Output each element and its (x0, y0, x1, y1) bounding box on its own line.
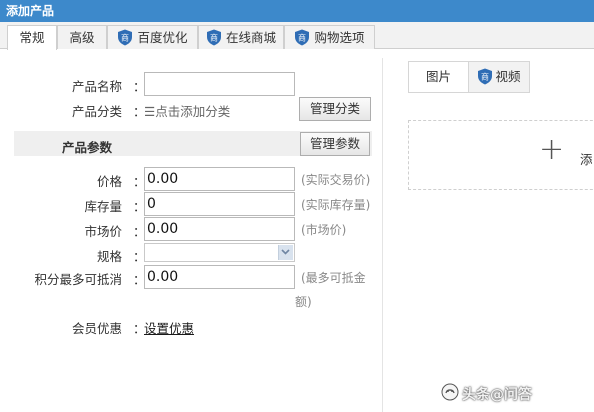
market-price-hint: (市场价) (301, 223, 347, 237)
set-discount-link[interactable]: 设置优惠 (144, 318, 194, 337)
upload-label: 添 (580, 152, 593, 167)
spec-select[interactable] (144, 243, 295, 262)
tab-online-mall-label: 在线商城 (225, 30, 276, 45)
spec-label: 规格 (96, 249, 122, 264)
member-discount-label: 会员优惠 (71, 321, 122, 336)
stock-input[interactable] (144, 192, 295, 216)
params-section-title: 产品参数 (62, 140, 113, 155)
tab-image[interactable]: 图片 (409, 62, 469, 92)
tab-general-label: 常规 (19, 30, 45, 45)
shield-icon: 商 (118, 29, 133, 45)
tab-video-label: 视频 (495, 69, 521, 84)
tab-video[interactable]: 商 视频 (469, 62, 529, 92)
svg-text:商: 商 (481, 71, 489, 81)
tab-advanced[interactable]: 高级 (57, 25, 107, 49)
stock-label: 库存量 (84, 199, 122, 214)
toutiao-logo-icon (441, 383, 459, 401)
tab-general[interactable]: 常规 (7, 25, 57, 50)
svg-text:商: 商 (298, 32, 306, 42)
price-input[interactable] (144, 167, 295, 191)
shield-icon: 商 (206, 29, 221, 45)
chevron-down-icon[interactable] (278, 245, 293, 260)
points-hint-line1: (最多可抵金 (301, 271, 366, 285)
tab-advanced-label: 高级 (69, 30, 95, 45)
media-tabs: 图片 商 视频 (408, 61, 530, 93)
market-price-input[interactable] (144, 217, 295, 241)
price-hint: (实际交易价) (301, 173, 371, 187)
product-name-input[interactable] (144, 72, 295, 96)
points-label: 积分最多可抵消 (34, 272, 122, 287)
points-input[interactable] (144, 265, 295, 289)
tab-bar: 常规 高级 商 百度优化 商 在线商城 商 购物选项 (0, 22, 594, 50)
points-hint-line2: 额) (295, 295, 312, 309)
window-title-bar: 添加产品 (0, 0, 594, 22)
tab-shopping-options-label: 购物选项 (314, 30, 365, 45)
stock-hint: (实际库存量) (301, 198, 371, 212)
tab-baidu-seo[interactable]: 商 百度优化 (107, 25, 198, 49)
shield-icon: 商 (295, 29, 310, 45)
add-category-link[interactable]: ☰点击添加分类 (144, 101, 230, 120)
product-category-label: 产品分类 (71, 104, 122, 119)
product-name-label: 产品名称 (71, 79, 122, 94)
tab-shopping-options[interactable]: 商 购物选项 (284, 25, 375, 49)
svg-text:商: 商 (210, 32, 218, 42)
svg-text:商: 商 (121, 32, 129, 42)
manage-params-button[interactable]: 管理参数 (300, 132, 370, 156)
watermark-text: 头条@问答 (462, 387, 532, 403)
manage-category-button[interactable]: 管理分类 (299, 97, 371, 121)
price-label: 价格 (96, 174, 122, 189)
tab-image-label: 图片 (425, 69, 451, 84)
tab-baidu-seo-label: 百度优化 (137, 30, 188, 45)
panel-divider (382, 58, 383, 412)
window-title: 添加产品 (6, 4, 55, 18)
upload-dropzone[interactable]: + 添 (408, 120, 594, 190)
plus-icon: + (539, 132, 565, 167)
tab-online-mall[interactable]: 商 在线商城 (198, 25, 284, 49)
market-price-label: 市场价 (84, 224, 122, 239)
shield-icon: 商 (478, 68, 493, 84)
